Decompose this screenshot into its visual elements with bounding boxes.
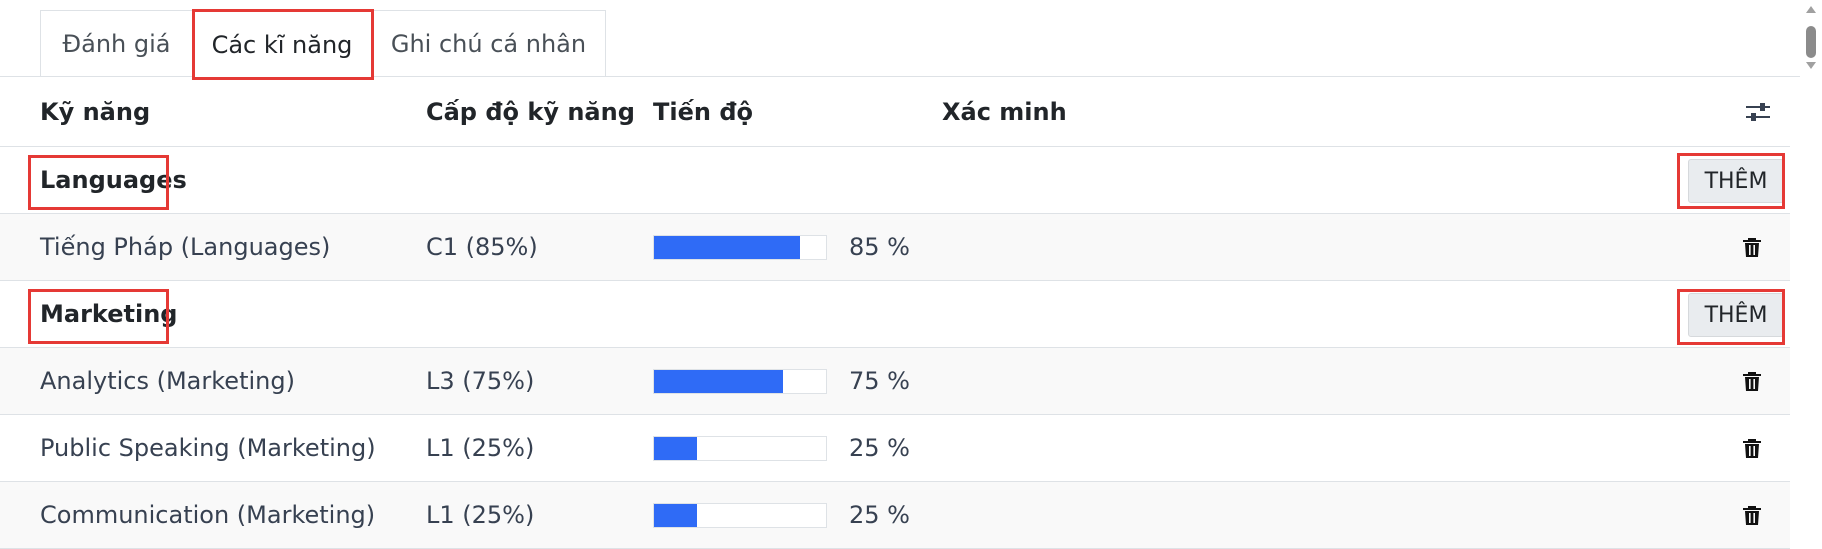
table-row[interactable]: Public Speaking (Marketing) L1 (25%) 25 … bbox=[0, 415, 1790, 482]
sliders-icon[interactable] bbox=[1736, 77, 1780, 146]
column-header-verify[interactable]: Xác minh bbox=[942, 77, 1067, 146]
trash-icon[interactable] bbox=[1738, 415, 1766, 481]
progress-bar bbox=[653, 368, 827, 394]
progress-fill bbox=[654, 369, 783, 393]
tab-skills[interactable]: Các kĩ năng bbox=[192, 10, 372, 78]
progress-fill bbox=[654, 235, 801, 259]
progress-cell: 85 % bbox=[653, 214, 910, 280]
table-row[interactable]: Tiếng Pháp (Languages) C1 (85%) 85 % bbox=[0, 214, 1790, 281]
group-row-languages[interactable]: Languages THÊM bbox=[0, 147, 1790, 214]
progress-cell: 25 % bbox=[653, 482, 910, 548]
progress-fill bbox=[654, 503, 697, 527]
column-header-level[interactable]: Cấp độ kỹ năng bbox=[426, 77, 635, 146]
trash-icon[interactable] bbox=[1738, 348, 1766, 414]
progress-label: 25 % bbox=[849, 501, 910, 529]
tab-label: Các kĩ năng bbox=[211, 30, 353, 59]
progress-cell: 75 % bbox=[653, 348, 910, 414]
progress-bar bbox=[653, 234, 827, 260]
column-header-skill[interactable]: Kỹ năng bbox=[40, 77, 150, 146]
skill-level: L1 (25%) bbox=[426, 501, 535, 529]
skill-level: C1 (85%) bbox=[426, 233, 538, 261]
table-header: Kỹ năng Cấp độ kỹ năng Tiến độ Xác minh bbox=[0, 77, 1790, 147]
skill-name: Analytics (Marketing) bbox=[40, 367, 295, 395]
progress-label: 85 % bbox=[849, 233, 910, 261]
tab-personal-notes[interactable]: Ghi chú cá nhân bbox=[372, 10, 606, 77]
skill-level: L3 (75%) bbox=[426, 367, 535, 395]
skill-name: Public Speaking (Marketing) bbox=[40, 434, 376, 462]
group-row-marketing[interactable]: Marketing THÊM bbox=[0, 281, 1790, 348]
skill-name: Communication (Marketing) bbox=[40, 501, 376, 529]
progress-fill bbox=[654, 436, 697, 460]
tab-label: Ghi chú cá nhân bbox=[390, 30, 587, 58]
table-row[interactable]: Communication (Marketing) L1 (25%) 25 % bbox=[0, 482, 1790, 549]
vertical-scrollbar[interactable] bbox=[1800, 0, 1822, 545]
tab-bar: Đánh giá Các kĩ năng Ghi chú cá nhân bbox=[0, 0, 1800, 78]
scroll-up-arrow-icon[interactable] bbox=[1806, 6, 1816, 13]
column-header-progress[interactable]: Tiến độ bbox=[653, 77, 753, 146]
add-skill-button[interactable]: THÊM bbox=[1688, 293, 1784, 337]
progress-bar bbox=[653, 435, 827, 461]
group-name: Marketing bbox=[40, 300, 178, 328]
group-name: Languages bbox=[40, 166, 187, 194]
trash-icon[interactable] bbox=[1738, 482, 1766, 548]
add-skill-button[interactable]: THÊM bbox=[1688, 159, 1784, 203]
trash-icon[interactable] bbox=[1738, 214, 1766, 280]
skill-name: Tiếng Pháp (Languages) bbox=[40, 233, 331, 261]
progress-bar bbox=[653, 502, 827, 528]
tab-evaluation[interactable]: Đánh giá bbox=[40, 10, 192, 77]
skill-level: L1 (25%) bbox=[426, 434, 535, 462]
progress-label: 25 % bbox=[849, 434, 910, 462]
progress-label: 75 % bbox=[849, 367, 910, 395]
scroll-thumb[interactable] bbox=[1806, 26, 1816, 58]
table-row[interactable]: Analytics (Marketing) L3 (75%) 75 % bbox=[0, 348, 1790, 415]
progress-cell: 25 % bbox=[653, 415, 910, 481]
scroll-down-arrow-icon[interactable] bbox=[1806, 62, 1816, 69]
tab-label: Đánh giá bbox=[62, 30, 171, 58]
